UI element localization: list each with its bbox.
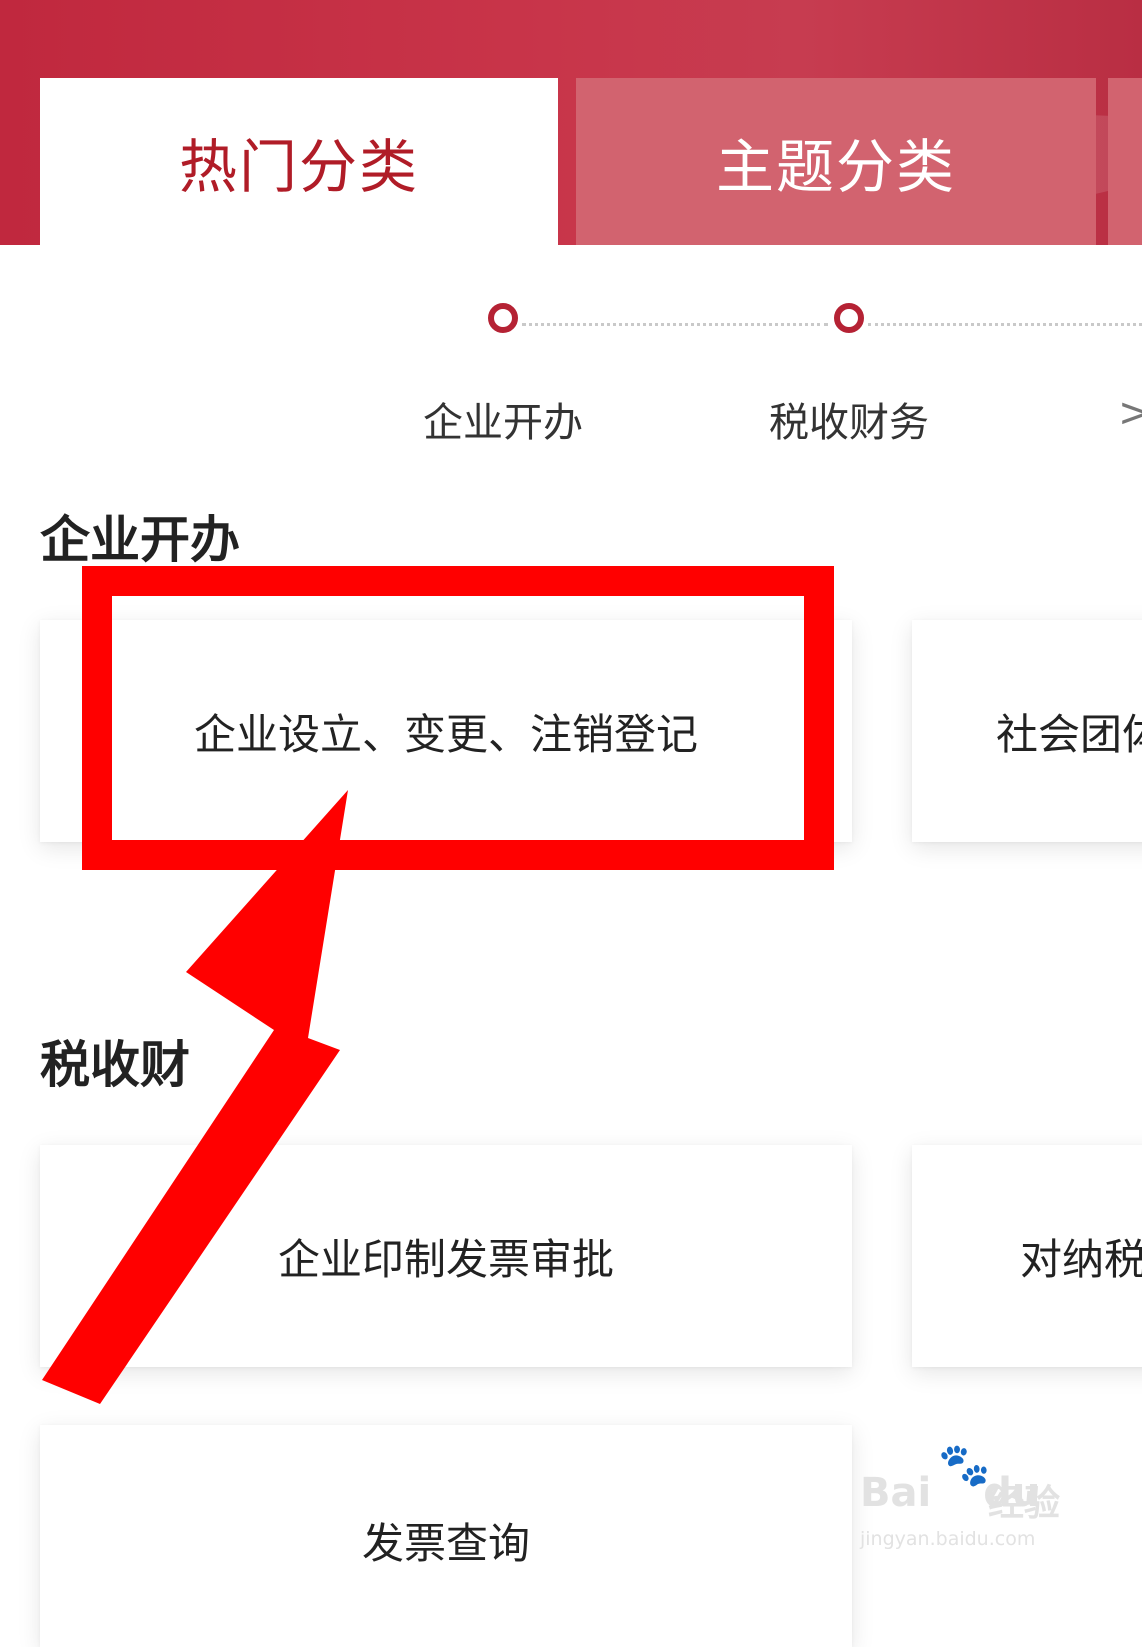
section-title-enterprise: 企业开办 (40, 511, 240, 569)
watermark-brand: Bai du (860, 1470, 1041, 1516)
service-card[interactable]: 社会团体 (912, 620, 1142, 842)
tab-theme-categories[interactable]: 主题分类 (576, 78, 1096, 245)
service-card-label: 社会团体 (996, 709, 1142, 759)
service-card[interactable]: 企业设立、变更、注销登记 (40, 620, 852, 842)
service-card-label: 企业设立、变更、注销登记 (193, 709, 698, 759)
watermark-product: 经验 (988, 1483, 1061, 1524)
timeline-label-next[interactable]: > (1118, 390, 1142, 436)
service-card[interactable]: 对纳税 (912, 1145, 1142, 1367)
timeline-label-tax[interactable]: 税收财务 (769, 390, 929, 448)
service-card-label: 发票查询 (361, 1519, 530, 1568)
category-timeline: 企业开办 税收财务 > (0, 290, 1142, 460)
timeline-connector (868, 323, 1142, 326)
service-card[interactable]: 发票查询 (40, 1425, 852, 1647)
service-card-label: 企业印制发票审批 (277, 1234, 614, 1284)
baidu-jingyan-watermark: Bai du 🐾 经验 jingyan.baidu.com (860, 1440, 1110, 1570)
tab-partial[interactable] (1108, 78, 1142, 245)
paw-icon: 🐾 (938, 1440, 991, 1489)
service-card-label: 对纳税 (1020, 1234, 1142, 1284)
timeline-node[interactable] (488, 303, 518, 333)
timeline-connector (522, 323, 828, 326)
timeline-node[interactable] (834, 303, 864, 333)
watermark-url: jingyan.baidu.com (860, 1528, 1036, 1550)
section-title-tax: 税收财 (40, 1036, 190, 1094)
tab-hot-categories[interactable]: 热门分类 (40, 78, 558, 245)
timeline-label-enterprise[interactable]: 企业开办 (423, 390, 583, 448)
service-card[interactable]: 企业印制发票审批 (40, 1145, 852, 1367)
